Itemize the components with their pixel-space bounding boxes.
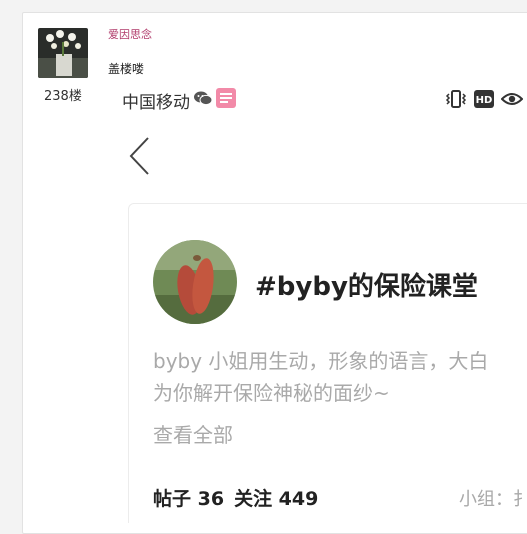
wechat-icon: [193, 90, 213, 111]
vibrate-icon: [445, 90, 467, 112]
hd-label: HD: [476, 95, 493, 106]
group-info-card: #byby的保险课堂 byby 小姐用生动，形象的语言，大白 为你解开保险神秘的…: [128, 203, 527, 523]
post-content: 盖楼喽: [108, 62, 145, 76]
user-avatar[interactable]: [38, 28, 88, 78]
app-icon: [216, 88, 236, 113]
group-name: #byby的保险课堂: [255, 272, 478, 302]
username-link[interactable]: 爱因思念: [108, 26, 152, 42]
back-arrow-icon[interactable]: [126, 134, 156, 178]
group-avatar[interactable]: [153, 240, 237, 324]
carrier-name: 中国移动: [122, 93, 190, 113]
description-line-2: 为你解开保险神秘的面纱~: [153, 381, 390, 405]
embedded-screenshot: 中国移动 HD #byby的保险课堂 byby 小姐用生动，形象的语言，大白 为…: [108, 82, 527, 523]
follow-count: 关注 449: [234, 488, 319, 510]
see-all-link[interactable]: 查看全部: [153, 419, 233, 448]
group-description: byby 小姐用生动，形象的语言，大白 为你解开保险神秘的面纱~: [153, 345, 488, 409]
description-line-1: byby 小姐用生动，形象的语言，大白: [153, 349, 489, 373]
hd-icon: HD: [474, 90, 494, 112]
status-bar-icons: HD: [445, 90, 524, 112]
status-bar-carrier: 中国移动: [122, 88, 236, 113]
floor-number: 238楼: [44, 89, 82, 104]
posts-count: 帖子 36: [153, 488, 225, 510]
group-stats: 帖子 36 关注 449: [153, 484, 318, 511]
eye-icon: [500, 91, 524, 111]
group-label: 小组：扌: [459, 489, 527, 510]
